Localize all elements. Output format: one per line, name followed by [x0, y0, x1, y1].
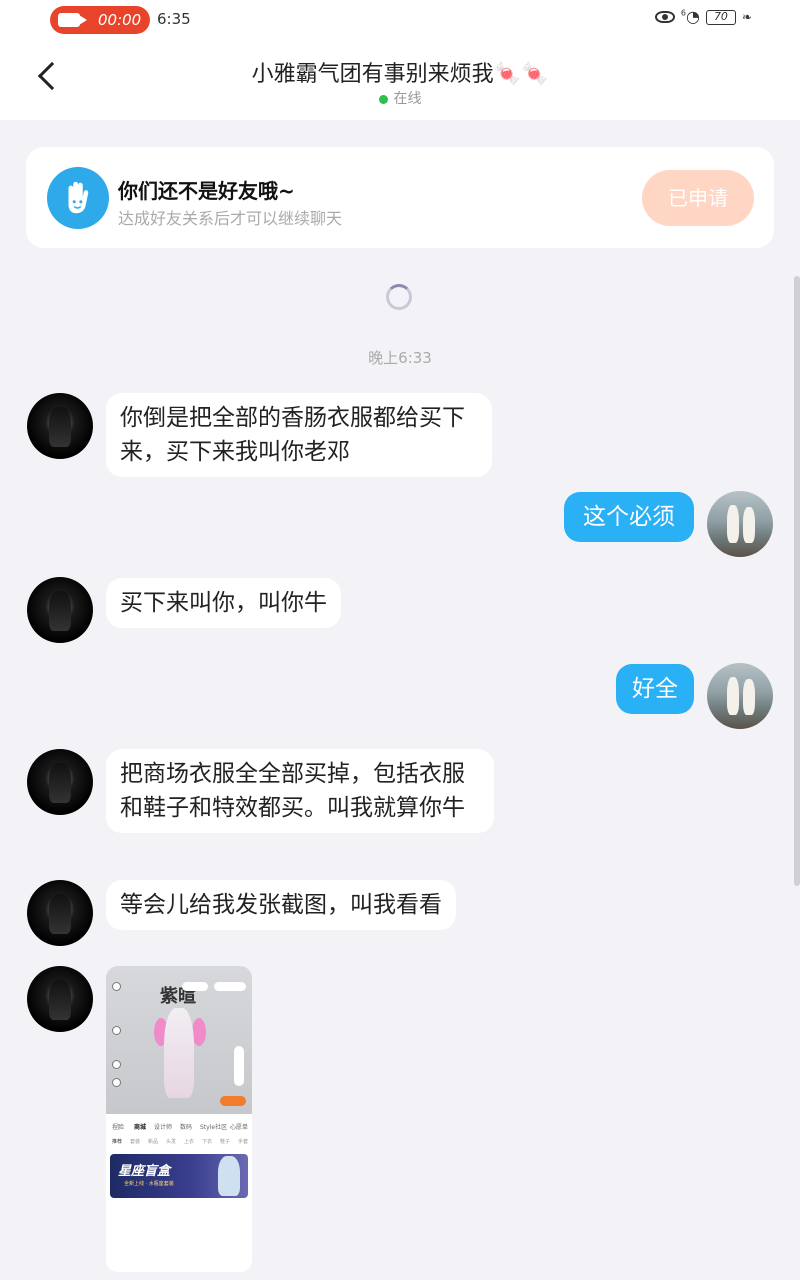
incoming-message[interactable]: 买下来叫你，叫你牛	[106, 578, 341, 628]
screenshot-subtabs: 推荐 套装 新品 头发 上衣 下衣 鞋子 手套	[106, 1136, 252, 1150]
clock: 6:35	[157, 10, 191, 28]
screenshot-subtab: 新品	[148, 1139, 159, 1145]
contact-avatar[interactable]	[27, 577, 93, 643]
eye-icon	[654, 11, 675, 23]
incoming-message[interactable]: 把商场衣服全全部买掉，包括衣服和鞋子和特效都买。叫我就算你牛	[106, 749, 494, 833]
contact-avatar[interactable]	[27, 880, 93, 946]
loading-spinner-icon	[386, 284, 412, 310]
battery-icon: 70	[705, 9, 736, 25]
screenshot-subtab: 上衣	[184, 1139, 195, 1145]
screenshot-subtab: 套装	[130, 1139, 141, 1145]
screenshot-side-tools	[234, 1046, 244, 1086]
character-figure	[164, 1008, 194, 1098]
chat-header: 小雅霸气团有事别来烦我🍬🍬 在线	[0, 40, 800, 120]
screenshot-tabs: 捏脸 商城 设计师 数码 Style社区 心愿单	[106, 1118, 252, 1138]
banner-character	[218, 1156, 240, 1196]
screenshot-orange-button	[220, 1096, 246, 1106]
screen-record-indicator[interactable]: 00:00	[50, 6, 150, 34]
presence-label: 在线	[393, 91, 422, 107]
message-timestamp: 晚上6:33	[368, 349, 432, 367]
scrollbar[interactable]	[794, 276, 800, 886]
incoming-message[interactable]: 等会儿给我发张截图，叫我看看	[106, 880, 456, 930]
my-avatar[interactable]	[707, 663, 773, 729]
outgoing-message[interactable]: 这个必须	[564, 492, 694, 542]
screenshot-tab: 数码	[180, 1124, 193, 1131]
applied-button[interactable]: 已申请	[642, 170, 754, 226]
screenshot-pill	[182, 982, 208, 991]
screenshot-tab: 心愿单	[230, 1124, 249, 1131]
screenshot-subtab: 推荐	[112, 1139, 123, 1145]
camera-icon	[112, 1026, 121, 1035]
my-avatar[interactable]	[707, 491, 773, 557]
screenshot-subtab: 下衣	[202, 1139, 213, 1145]
user-icon	[112, 1060, 121, 1069]
screenshot-subtab: 鞋子	[220, 1139, 231, 1145]
network-label: 6	[680, 8, 686, 18]
notice-title: 你们还不是好友哦~	[118, 179, 295, 203]
screenshot-character-view: 紫暄	[106, 966, 252, 1114]
close-icon	[112, 982, 121, 991]
screenshot-tab: 商城	[134, 1124, 147, 1131]
image-message[interactable]: 紫暄 捏脸 商城 设计师 数码 Style社区 心愿单 推荐 套装 新品 头发 …	[106, 966, 252, 1272]
screenshot-subtab: 手套	[238, 1139, 249, 1145]
leaf-icon: ❧	[741, 10, 752, 24]
record-time: 00:00	[98, 11, 142, 29]
status-icons: 6◔ 70 ❧	[654, 7, 752, 26]
screenshot-banner: 星座盲盒 全新上线 · 水瓶座套装	[110, 1154, 248, 1198]
outgoing-message[interactable]: 好全	[616, 664, 694, 714]
status-bar: 00:00 6:35 6◔ 70 ❧	[0, 0, 800, 40]
friend-request-notice: 你们还不是好友哦~ 达成好友关系后才可以继续聊天 已申请	[26, 147, 774, 248]
screenshot-tab: 捏脸	[112, 1124, 125, 1131]
video-camera-icon	[58, 13, 87, 27]
online-dot-icon	[378, 94, 388, 104]
contact-avatar[interactable]	[27, 393, 93, 459]
notice-subtitle: 达成好友关系后才可以继续聊天	[118, 209, 343, 228]
chat-title: 小雅霸气团有事别来烦我🍬🍬	[251, 62, 549, 87]
banner-subtitle: 全新上线 · 水瓶座套装	[124, 1181, 174, 1187]
screenshot-subtab: 头发	[166, 1139, 177, 1145]
screenshot-tab: Style社区	[200, 1124, 228, 1131]
screenshot-tab: 设计师	[154, 1124, 173, 1131]
incoming-message[interactable]: 你倒是把全部的香肠衣服都给买下来，买下来我叫你老邓	[106, 393, 492, 477]
contact-avatar[interactable]	[27, 749, 93, 815]
screenshot-pill	[214, 982, 246, 991]
wave-hand-icon	[47, 167, 109, 229]
wifi-icon: 6◔	[680, 7, 700, 26]
presence-status: 在线	[0, 88, 800, 108]
banner-title: 星座盲盒	[118, 1164, 171, 1179]
wing-shape	[192, 1018, 206, 1046]
gender-icon	[112, 1078, 121, 1087]
contact-avatar[interactable]	[27, 966, 93, 1032]
